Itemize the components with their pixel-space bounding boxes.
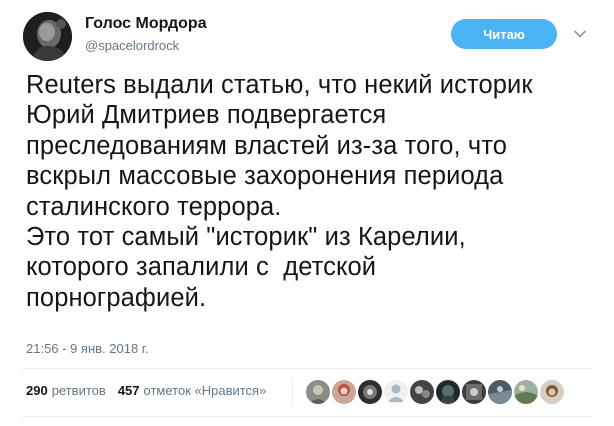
liker-avatar[interactable] <box>488 380 512 404</box>
avatar-image <box>23 12 72 61</box>
tweet-timestamp[interactable]: 21:56 - 9 янв. 2018 г. <box>26 341 149 356</box>
likes-count: 457 <box>117 383 140 398</box>
liker-avatar[interactable] <box>514 380 538 404</box>
tweet-text-line: вскрыл массовые захоронения периода <box>26 162 504 191</box>
author-avatar[interactable] <box>23 12 72 61</box>
liker-avatar[interactable] <box>358 380 382 404</box>
liker-avatar[interactable] <box>306 380 330 404</box>
tweet-text-line: порнографией. <box>26 283 207 312</box>
retweets-stat[interactable]: 290 ретвитов <box>26 383 118 398</box>
tweet-text: Reuters выдали статью, что некий историк… <box>26 70 601 313</box>
tweet-text-line: Это тот самый "историк" из Карелии, <box>26 223 466 252</box>
tweet-card: Голос Мордора @spacelordrock Читаю Reute… <box>0 0 614 426</box>
author-handle[interactable]: @spacelordrock <box>85 38 179 53</box>
tweet-text-line: сталинского террора. <box>26 192 282 221</box>
follow-button[interactable]: Читаю <box>451 19 557 49</box>
author-name[interactable]: Голос Мордора <box>85 15 207 33</box>
tweet-text-line: Reuters выдали статью, что некий историк <box>26 71 533 99</box>
retweets-label: ретвитов <box>51 383 106 398</box>
liker-avatar[interactable] <box>436 380 460 404</box>
tweet-stats: 290 ретвитов 457 отметок «Нравится» <box>26 383 278 398</box>
retweets-count: 290 <box>26 383 48 398</box>
divider <box>22 416 592 417</box>
liker-avatar[interactable] <box>384 380 408 404</box>
likes-stat[interactable]: 457 отметок «Нравится» <box>118 383 279 398</box>
divider <box>22 368 592 369</box>
liker-avatar[interactable] <box>462 380 486 404</box>
tweet-text-line: преследованиям властей из-за того, что <box>26 131 508 160</box>
likers-avatars <box>306 380 566 404</box>
likes-label: отметок «Нравится» <box>143 383 267 398</box>
liker-avatar[interactable] <box>540 380 564 404</box>
liker-avatar[interactable] <box>410 380 434 404</box>
liker-avatar[interactable] <box>332 380 356 404</box>
tweet-text-line: которого запалили с детской <box>26 253 377 282</box>
tweet-text-line: Юрий Дмитриев подвергается <box>26 101 387 130</box>
stats-separator <box>292 378 293 406</box>
chevron-down-icon[interactable] <box>571 25 589 43</box>
